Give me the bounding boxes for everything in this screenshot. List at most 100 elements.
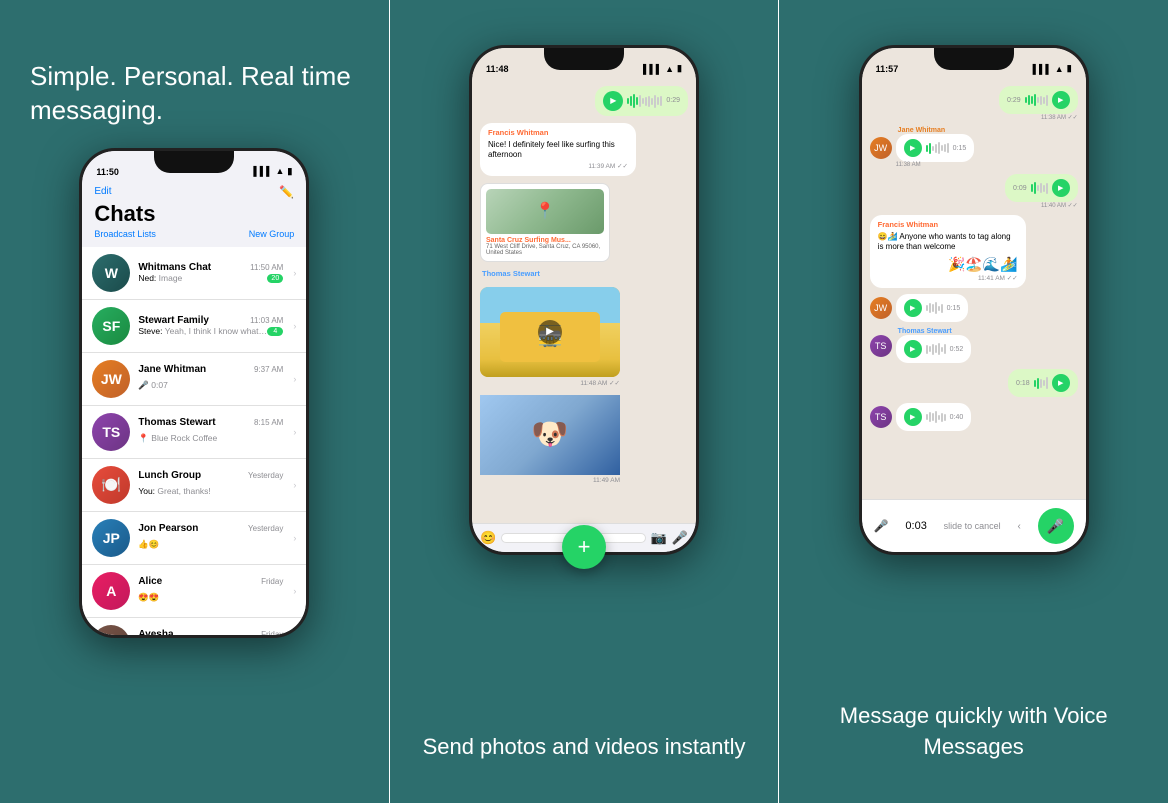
chat-time: Friday: [261, 630, 283, 635]
message-row: JW ▶ 0:15: [870, 294, 1078, 322]
list-item[interactable]: TS Thomas Stewart 8:15 AM 📍 Blue Rock Co…: [82, 406, 306, 459]
wifi-icon-r: ▲: [1055, 64, 1064, 74]
conv-messages: ▶: [472, 78, 696, 523]
phone-screen-left: 11:50 ▌▌▌ ▲ ▮ Edit ✏️ Chats Broadcast Li…: [82, 151, 306, 635]
list-item[interactable]: JP Jon Pearson Yesterday 👍😊 ›: [82, 512, 306, 565]
chevron-icon: ›: [293, 321, 296, 331]
chat-info: Jon Pearson Yesterday 👍😊: [138, 523, 283, 552]
list-item[interactable]: W Whitmans Chat 11:50 AM Ned: Image 20 ›: [82, 247, 306, 300]
message-row: Francis Whitman Nice! I definitely feel …: [480, 123, 688, 176]
message-row: TS ▶ 0:40: [870, 403, 1078, 431]
message-row: 🚋 ▶ 11:48 AM ✓✓: [480, 287, 688, 387]
chat-name-row: Thomas Stewart 8:15 AM: [138, 417, 283, 428]
msg-text: 😄🏄 Anyone who wants to tag along is more…: [878, 232, 1018, 253]
play-button[interactable]: ▶: [1052, 374, 1070, 392]
voice-record-bar: 🎤 0:03 slide to cancel ‹ 🎤: [862, 499, 1086, 552]
chats-header: Edit ✏️ Chats Broadcast Lists New Group: [82, 181, 306, 247]
chat-preview: 📍 Blue Rock Coffee: [138, 433, 217, 443]
voice-bubble: 0:09 ▶: [1005, 174, 1078, 202]
time-right: 11:57: [876, 64, 899, 74]
chat-info: Ayesha Friday 🌴 It's the weekend: [138, 629, 283, 635]
right-caption: Message quickly with Voice Messages: [799, 681, 1148, 763]
voice-time-label: 0:29: [1007, 97, 1021, 104]
wifi-icon-c: ▲: [665, 64, 674, 74]
chat-preview: You: Great, thanks!: [138, 486, 210, 496]
avatar: JP: [92, 519, 130, 557]
message-row: Francis Whitman 😄🏄 Anyone who wants to t…: [870, 215, 1078, 288]
fab-button[interactable]: +: [562, 525, 606, 569]
play-button[interactable]: ▶: [904, 340, 922, 358]
msg-time: 11:40 AM ✓✓: [1041, 202, 1078, 209]
list-item[interactable]: SF Stewart Family 11:03 AM Steve: Yeah, …: [82, 300, 306, 353]
compose-icon[interactable]: ✏️: [279, 185, 294, 199]
chat-preview: Steve: Yeah, I think I know what you m..…: [138, 326, 267, 336]
emoji-sticker: 🎉🏖️🌊🏄: [948, 255, 1018, 273]
incoming-voice-ts: Thomas Stewart ▶: [896, 328, 972, 363]
avatar: JW: [870, 137, 892, 159]
wifi-icon: ▲: [275, 166, 284, 176]
camera-icon[interactable]: 📷: [651, 530, 667, 546]
broadcast-lists-link[interactable]: Broadcast Lists: [94, 229, 156, 239]
msg-time: 11:38 AM: [896, 162, 975, 168]
play-button[interactable]: ▶: [1052, 179, 1070, 197]
avatar: W: [92, 254, 130, 292]
phone-center: 11:48 ▌▌▌ ▲ ▮ ▶: [469, 45, 699, 555]
msg-text: Nice! I definitely feel like surfing thi…: [488, 140, 628, 161]
play-button[interactable]: ▶: [538, 320, 562, 344]
play-button[interactable]: ▶: [1052, 91, 1070, 109]
voice-bubble: ▶ 0:15: [896, 134, 975, 162]
voice-time-label: 0:09: [1013, 185, 1027, 192]
panel-center: 11:48 ▌▌▌ ▲ ▮ ▶: [390, 0, 779, 803]
chat-time: 9:37 AM: [254, 365, 283, 374]
message-row: JW Jane Whitman ▶: [870, 127, 1078, 168]
chevron-icon: ›: [293, 268, 296, 278]
list-item[interactable]: JW Jane Whitman 9:37 AM 🎤 0:07 ›: [82, 353, 306, 406]
notch-right: [934, 48, 1014, 70]
chevron-icon: ›: [293, 586, 296, 596]
message-row: ▶: [480, 86, 688, 116]
play-button[interactable]: ▶: [904, 299, 922, 317]
chat-name: Whitmans Chat: [138, 262, 211, 273]
battery-icon-r: ▮: [1067, 63, 1072, 74]
battery-icon-c: ▮: [677, 63, 682, 74]
chat-name: Ayesha: [138, 629, 173, 635]
voice-duration: 0:40: [950, 414, 964, 421]
message-row: 🐶 11:49 AM: [480, 395, 688, 484]
tagline: Simple. Personal. Real time messaging.: [30, 60, 369, 128]
play-button[interactable]: ▶: [904, 408, 922, 426]
chat-name-row: Whitmans Chat 11:50 AM: [138, 262, 283, 273]
edit-button[interactable]: Edit: [94, 186, 111, 197]
chat-name: Jon Pearson: [138, 523, 198, 534]
phone-screen-right: 11:57 ▌▌▌ ▲ ▮ 0:29: [862, 48, 1086, 552]
chat-name-row: Alice Friday: [138, 576, 283, 587]
play-button[interactable]: ▶: [904, 139, 922, 157]
voice-bubble: ▶ 0:15: [896, 294, 969, 322]
signal-icon-c: ▌▌▌: [643, 64, 662, 74]
sender-name: Jane Whitman: [898, 127, 975, 134]
avatar: JW: [870, 297, 892, 319]
pug-scene: 🐶: [480, 395, 620, 475]
play-button[interactable]: ▶: [603, 91, 623, 111]
voice-bubble: ▶ 0:52: [896, 335, 972, 363]
emoji-icon[interactable]: 😊: [480, 530, 496, 546]
list-item[interactable]: Ay Ayesha Friday 🌴 It's the weekend ›: [82, 618, 306, 635]
mic-icon[interactable]: 🎤: [672, 530, 688, 546]
chat-preview: 👍😊: [138, 539, 159, 549]
message-row: 0:29 ▶: [870, 86, 1078, 121]
message-row: 0:09 ▶ 11:40 AM ✓✓: [870, 174, 1078, 209]
list-item[interactable]: A Alice Friday 😍😍 ›: [82, 565, 306, 618]
phone-screen-center: 11:48 ▌▌▌ ▲ ▮ ▶: [472, 48, 696, 552]
avatar: TS: [870, 335, 892, 357]
waveform: [926, 343, 946, 355]
voice-duration: 0:29: [666, 96, 680, 105]
list-item[interactable]: 🍽️ Lunch Group Yesterday You: Great, tha…: [82, 459, 306, 512]
msg-bubble-outgoing: ▶: [595, 86, 688, 116]
voice-messages: 0:29 ▶: [862, 78, 1086, 499]
chevron-icon: ›: [293, 427, 296, 437]
chats-links-row: Broadcast Lists New Group: [94, 229, 294, 239]
sender-name: Francis Whitman: [878, 220, 1018, 230]
message-row: Thomas Stewart: [480, 269, 688, 280]
record-button[interactable]: 🎤: [1038, 508, 1074, 544]
new-group-link[interactable]: New Group: [249, 229, 295, 239]
time-left: 11:50: [96, 167, 119, 177]
